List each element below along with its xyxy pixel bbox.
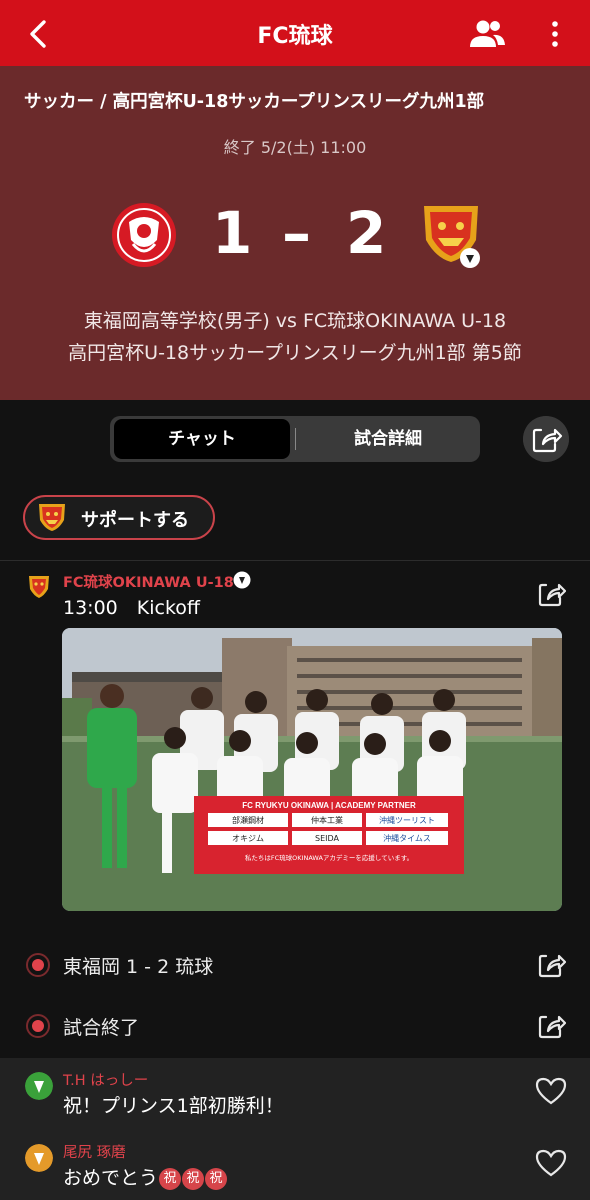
sponsor-1: 部瀬鋼材 bbox=[232, 815, 264, 825]
share-icon[interactable] bbox=[536, 950, 566, 980]
comment-text: 祝！プリンス1部初勝利！ bbox=[63, 1095, 284, 1117]
home-score: 1 bbox=[212, 199, 253, 267]
post-author[interactable]: FC琉球OKINAWA U-18 bbox=[63, 571, 234, 592]
timeline-event: 東福岡 1 - 2 琉球 bbox=[0, 935, 590, 995]
sponsor-6: 沖縄タイムス bbox=[383, 833, 431, 843]
live-dot-icon bbox=[26, 1014, 50, 1038]
comment-item: T.H はっしー 祝！プリンス1部初勝利！ bbox=[0, 1058, 590, 1128]
support-label: サポートする bbox=[81, 510, 189, 531]
match-status: 終了 5/2(土) 11:00 bbox=[223, 138, 367, 157]
comment-item: 尾尻 琢磨 おめでとう祝祝祝 bbox=[0, 1130, 590, 1200]
team-photo: FC RYUKYU OKINAWA | ACADEMY PARTNER 部瀬鋼材… bbox=[62, 628, 562, 911]
celebration-emoji: 祝 bbox=[182, 1168, 205, 1190]
sponsor-4: オキジム bbox=[232, 834, 264, 843]
tab-match-details[interactable]: 試合詳細 bbox=[300, 419, 476, 459]
heart-icon[interactable] bbox=[534, 1076, 568, 1106]
author-crest-icon bbox=[29, 576, 49, 598]
live-dot-icon bbox=[26, 953, 50, 977]
sponsor-3: 沖縄ツーリスト bbox=[379, 815, 435, 825]
divider bbox=[0, 560, 590, 561]
share-icon[interactable] bbox=[536, 579, 566, 609]
share-icon[interactable] bbox=[536, 1011, 566, 1041]
sponsor-2: 仲本工業 bbox=[311, 815, 343, 825]
heart-icon[interactable] bbox=[534, 1148, 568, 1178]
people-icon[interactable] bbox=[468, 17, 508, 51]
breadcrumb[interactable]: サッカー / 高円宮杯U-18サッカープリンスリーグ九州1部 bbox=[24, 88, 484, 113]
tab-divider bbox=[295, 428, 296, 450]
comment-author[interactable]: T.H はっしー bbox=[63, 1069, 148, 1090]
comment-text: おめでとう bbox=[63, 1167, 159, 1189]
verified-badge-icon bbox=[233, 571, 251, 589]
avatar[interactable] bbox=[25, 1144, 53, 1172]
post-photo[interactable]: FC RYUKYU OKINAWA | ACADEMY PARTNER 部瀬鋼材… bbox=[62, 628, 562, 911]
celebration-emoji: 祝 bbox=[205, 1168, 228, 1190]
avatar[interactable] bbox=[25, 1072, 53, 1100]
banner-title: FC RYUKYU OKINAWA | ACADEMY PARTNER bbox=[242, 801, 416, 810]
comment-list: T.H はっしー 祝！プリンス1部初勝利！ 尾尻 琢磨 おめでとう祝祝祝 bbox=[0, 1058, 590, 1200]
celebration-emoji: 祝 bbox=[159, 1168, 182, 1190]
event-text: 東福岡 1 - 2 琉球 bbox=[63, 956, 214, 978]
share-icon[interactable] bbox=[523, 416, 569, 462]
score-separator: – bbox=[282, 199, 311, 267]
team-crest-icon bbox=[39, 504, 65, 531]
app-bar: FC琉球 bbox=[0, 0, 590, 66]
event-text: 試合終了 bbox=[63, 1017, 140, 1039]
support-button[interactable]: サポートする bbox=[23, 495, 215, 540]
sponsor-5: SEIDA bbox=[315, 834, 340, 843]
match-header: サッカー / 高円宮杯U-18サッカープリンスリーグ九州1部 終了 5/2(土)… bbox=[0, 66, 590, 400]
more-vertical-icon[interactable] bbox=[540, 18, 570, 50]
away-score: 2 bbox=[346, 199, 387, 267]
match-teams: 東福岡高等学校(男子) vs FC琉球OKINAWA U-18 bbox=[83, 310, 507, 332]
post-text: 13:00 Kickoff bbox=[63, 597, 200, 619]
banner-caption: 私たちはFC琉球OKINAWAアカデミーを応援しています。 bbox=[245, 853, 413, 862]
away-team-crest-icon[interactable] bbox=[418, 200, 484, 270]
timeline-event: 試合終了 bbox=[0, 996, 590, 1056]
match-round: 高円宮杯U-18サッカープリンスリーグ九州1部 第5節 bbox=[68, 342, 522, 364]
tab-chat[interactable]: チャット bbox=[114, 419, 290, 459]
home-team-crest-icon[interactable] bbox=[111, 202, 177, 268]
comment-author[interactable]: 尾尻 琢磨 bbox=[63, 1141, 126, 1162]
view-tabs: チャット 試合詳細 bbox=[110, 416, 480, 462]
comment-text-wrap: おめでとう祝祝祝 bbox=[63, 1163, 228, 1190]
